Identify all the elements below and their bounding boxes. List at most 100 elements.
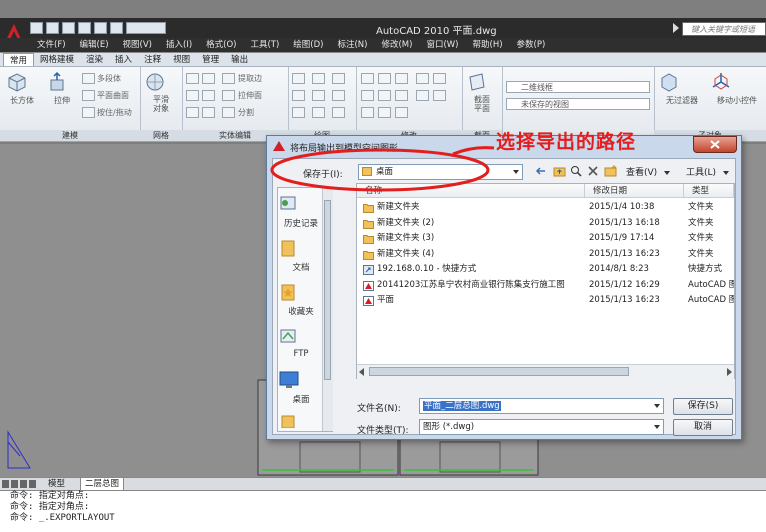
column-modified-date[interactable]: 修改日期 <box>585 184 684 198</box>
tab-view[interactable]: 视图 <box>167 53 196 66</box>
menu-file[interactable]: 文件(F) <box>37 38 66 52</box>
tab-insert[interactable]: 插入 <box>109 53 138 66</box>
tab-mesh[interactable]: 网格建模 <box>34 53 80 66</box>
back-icon[interactable] <box>535 165 547 177</box>
mirror-icon[interactable] <box>378 90 391 101</box>
subtract-icon[interactable] <box>186 90 199 101</box>
tab-model[interactable]: 模型 <box>48 478 65 490</box>
scroll-thumb[interactable] <box>369 367 629 376</box>
command-line[interactable]: 命令: 指定对角点: 命令: 指定对角点: 命令: _.EXPORTLAYOUT <box>0 490 766 532</box>
menu-tools[interactable]: 工具(T) <box>250 38 279 52</box>
tab-output[interactable]: 输出 <box>225 53 254 66</box>
no-filter-button[interactable]: 无过滤器 <box>658 71 706 106</box>
arc-icon[interactable] <box>332 73 345 84</box>
union-icon[interactable] <box>186 73 199 84</box>
extract-edges-icon[interactable] <box>222 73 235 84</box>
move-gizmo-button[interactable]: 移动小控件 <box>710 71 764 106</box>
menu-modify[interactable]: 修改(M) <box>381 38 412 52</box>
box-button[interactable]: 长方体 <box>6 71 38 106</box>
file-row[interactable]: 192.168.0.10 - 快捷方式 2014/8/1 8:23 快捷方式 <box>357 262 734 277</box>
tab-manage[interactable]: 管理 <box>196 53 225 66</box>
redo-icon[interactable] <box>94 22 107 34</box>
ellipse-icon[interactable] <box>312 107 325 118</box>
align-icon[interactable] <box>433 90 446 101</box>
place-ftp[interactable]: FTP <box>278 326 324 359</box>
new-folder-icon[interactable] <box>604 165 617 177</box>
panel-title-modeling[interactable]: 建模 <box>0 130 140 141</box>
places-scroll-thumb[interactable] <box>324 200 331 380</box>
extrude-faces-icon[interactable] <box>222 90 235 101</box>
new-file-icon[interactable] <box>30 22 43 34</box>
up-folder-icon[interactable] <box>553 165 566 177</box>
save-button[interactable]: 保存(S) <box>673 398 733 415</box>
thicken-icon[interactable] <box>202 107 215 118</box>
fillet-icon[interactable] <box>395 90 408 101</box>
line-icon[interactable] <box>292 73 305 84</box>
offset-icon[interactable] <box>416 73 429 84</box>
interfere-icon[interactable] <box>202 90 215 101</box>
search-input[interactable]: 键入关键字或短语 <box>682 22 766 36</box>
extrude-button[interactable]: 拉伸 <box>46 71 78 106</box>
circle-icon[interactable] <box>292 90 305 101</box>
file-row[interactable]: 20141203江苏阜宁农村商业银行陈集支行施工图 2015/1/12 16:29… <box>357 278 734 293</box>
stretch-icon[interactable] <box>361 107 374 118</box>
search-arrow-icon[interactable] <box>673 23 679 33</box>
scroll-left-arrow[interactable] <box>359 368 364 376</box>
separate-icon[interactable] <box>222 107 235 118</box>
save-file-icon[interactable] <box>62 22 75 34</box>
trim-icon[interactable] <box>395 73 408 84</box>
place-favorites[interactable]: 收藏夹 <box>278 282 324 317</box>
file-row[interactable]: 新建文件夹 (3) 2015/1/9 17:14 文件夹 <box>357 231 734 246</box>
copy-icon[interactable] <box>361 90 374 101</box>
planar-surface-icon[interactable] <box>82 90 95 101</box>
dialog-close-button[interactable] <box>693 136 737 153</box>
open-file-icon[interactable] <box>46 22 59 34</box>
undo-icon[interactable] <box>78 22 91 34</box>
cancel-button[interactable]: 取消 <box>673 419 733 436</box>
erase-icon[interactable] <box>433 73 446 84</box>
menu-window[interactable]: 窗口(W) <box>426 38 458 52</box>
tab-annotate[interactable]: 注释 <box>138 53 167 66</box>
scale-icon[interactable] <box>378 107 391 118</box>
presspull-icon[interactable] <box>82 107 95 118</box>
menu-dimension[interactable]: 标注(N) <box>337 38 367 52</box>
section-plane-button[interactable]: 截面 平面 <box>466 71 498 113</box>
file-row[interactable]: 新建文件夹 (4) 2015/1/13 16:23 文件夹 <box>357 247 734 262</box>
explode-icon[interactable] <box>416 90 429 101</box>
column-type[interactable]: 类型 <box>684 184 734 198</box>
menu-parameters[interactable]: 参数(P) <box>517 38 546 52</box>
file-list-horizontal-scrollbar[interactable] <box>357 364 734 379</box>
delete-icon[interactable] <box>587 165 599 177</box>
menu-view[interactable]: 视图(V) <box>123 38 152 52</box>
polyline-icon[interactable] <box>312 73 325 84</box>
spline-icon[interactable] <box>332 90 345 101</box>
intersect-icon[interactable] <box>186 107 199 118</box>
move-icon[interactable] <box>361 73 374 84</box>
places-scrollbar[interactable] <box>322 188 333 431</box>
menu-edit[interactable]: 编辑(E) <box>80 38 109 52</box>
saved-view-select[interactable]: 未保存的视图 <box>506 98 650 110</box>
filename-input[interactable]: 平面_二层总图.dwg <box>419 398 664 414</box>
region-icon[interactable] <box>332 107 345 118</box>
workspace-dropdown-icon[interactable] <box>126 22 166 34</box>
menu-help[interactable]: 帮助(H) <box>473 38 503 52</box>
place-more[interactable] <box>278 414 324 431</box>
file-row[interactable]: 新建文件夹 (2) 2015/1/13 16:18 文件夹 <box>357 216 734 231</box>
menu-insert[interactable]: 插入(I) <box>166 38 192 52</box>
filetype-select[interactable]: 图形 (*.dwg) <box>419 419 664 435</box>
place-documents[interactable]: 文档 <box>278 238 324 273</box>
menu-format[interactable]: 格式(O) <box>206 38 236 52</box>
panel-title-mesh[interactable]: 网格 <box>140 130 182 141</box>
polysolid-icon[interactable] <box>82 73 95 84</box>
search-web-icon[interactable] <box>570 165 582 177</box>
rectangle-icon[interactable] <box>312 90 325 101</box>
file-row[interactable]: 平面 2015/1/13 16:23 AutoCAD 图 <box>357 293 734 308</box>
views-menu[interactable]: 查看(V) <box>626 165 671 178</box>
layout-nav-arrows[interactable] <box>2 480 40 488</box>
scroll-right-arrow[interactable] <box>727 368 732 376</box>
place-desktop[interactable]: 桌面 <box>278 370 324 405</box>
tab-render[interactable]: 渲染 <box>80 53 109 66</box>
array-icon[interactable] <box>395 107 408 118</box>
smooth-object-button[interactable]: 平滑 对象 <box>144 71 178 113</box>
menu-draw[interactable]: 绘图(D) <box>293 38 323 52</box>
